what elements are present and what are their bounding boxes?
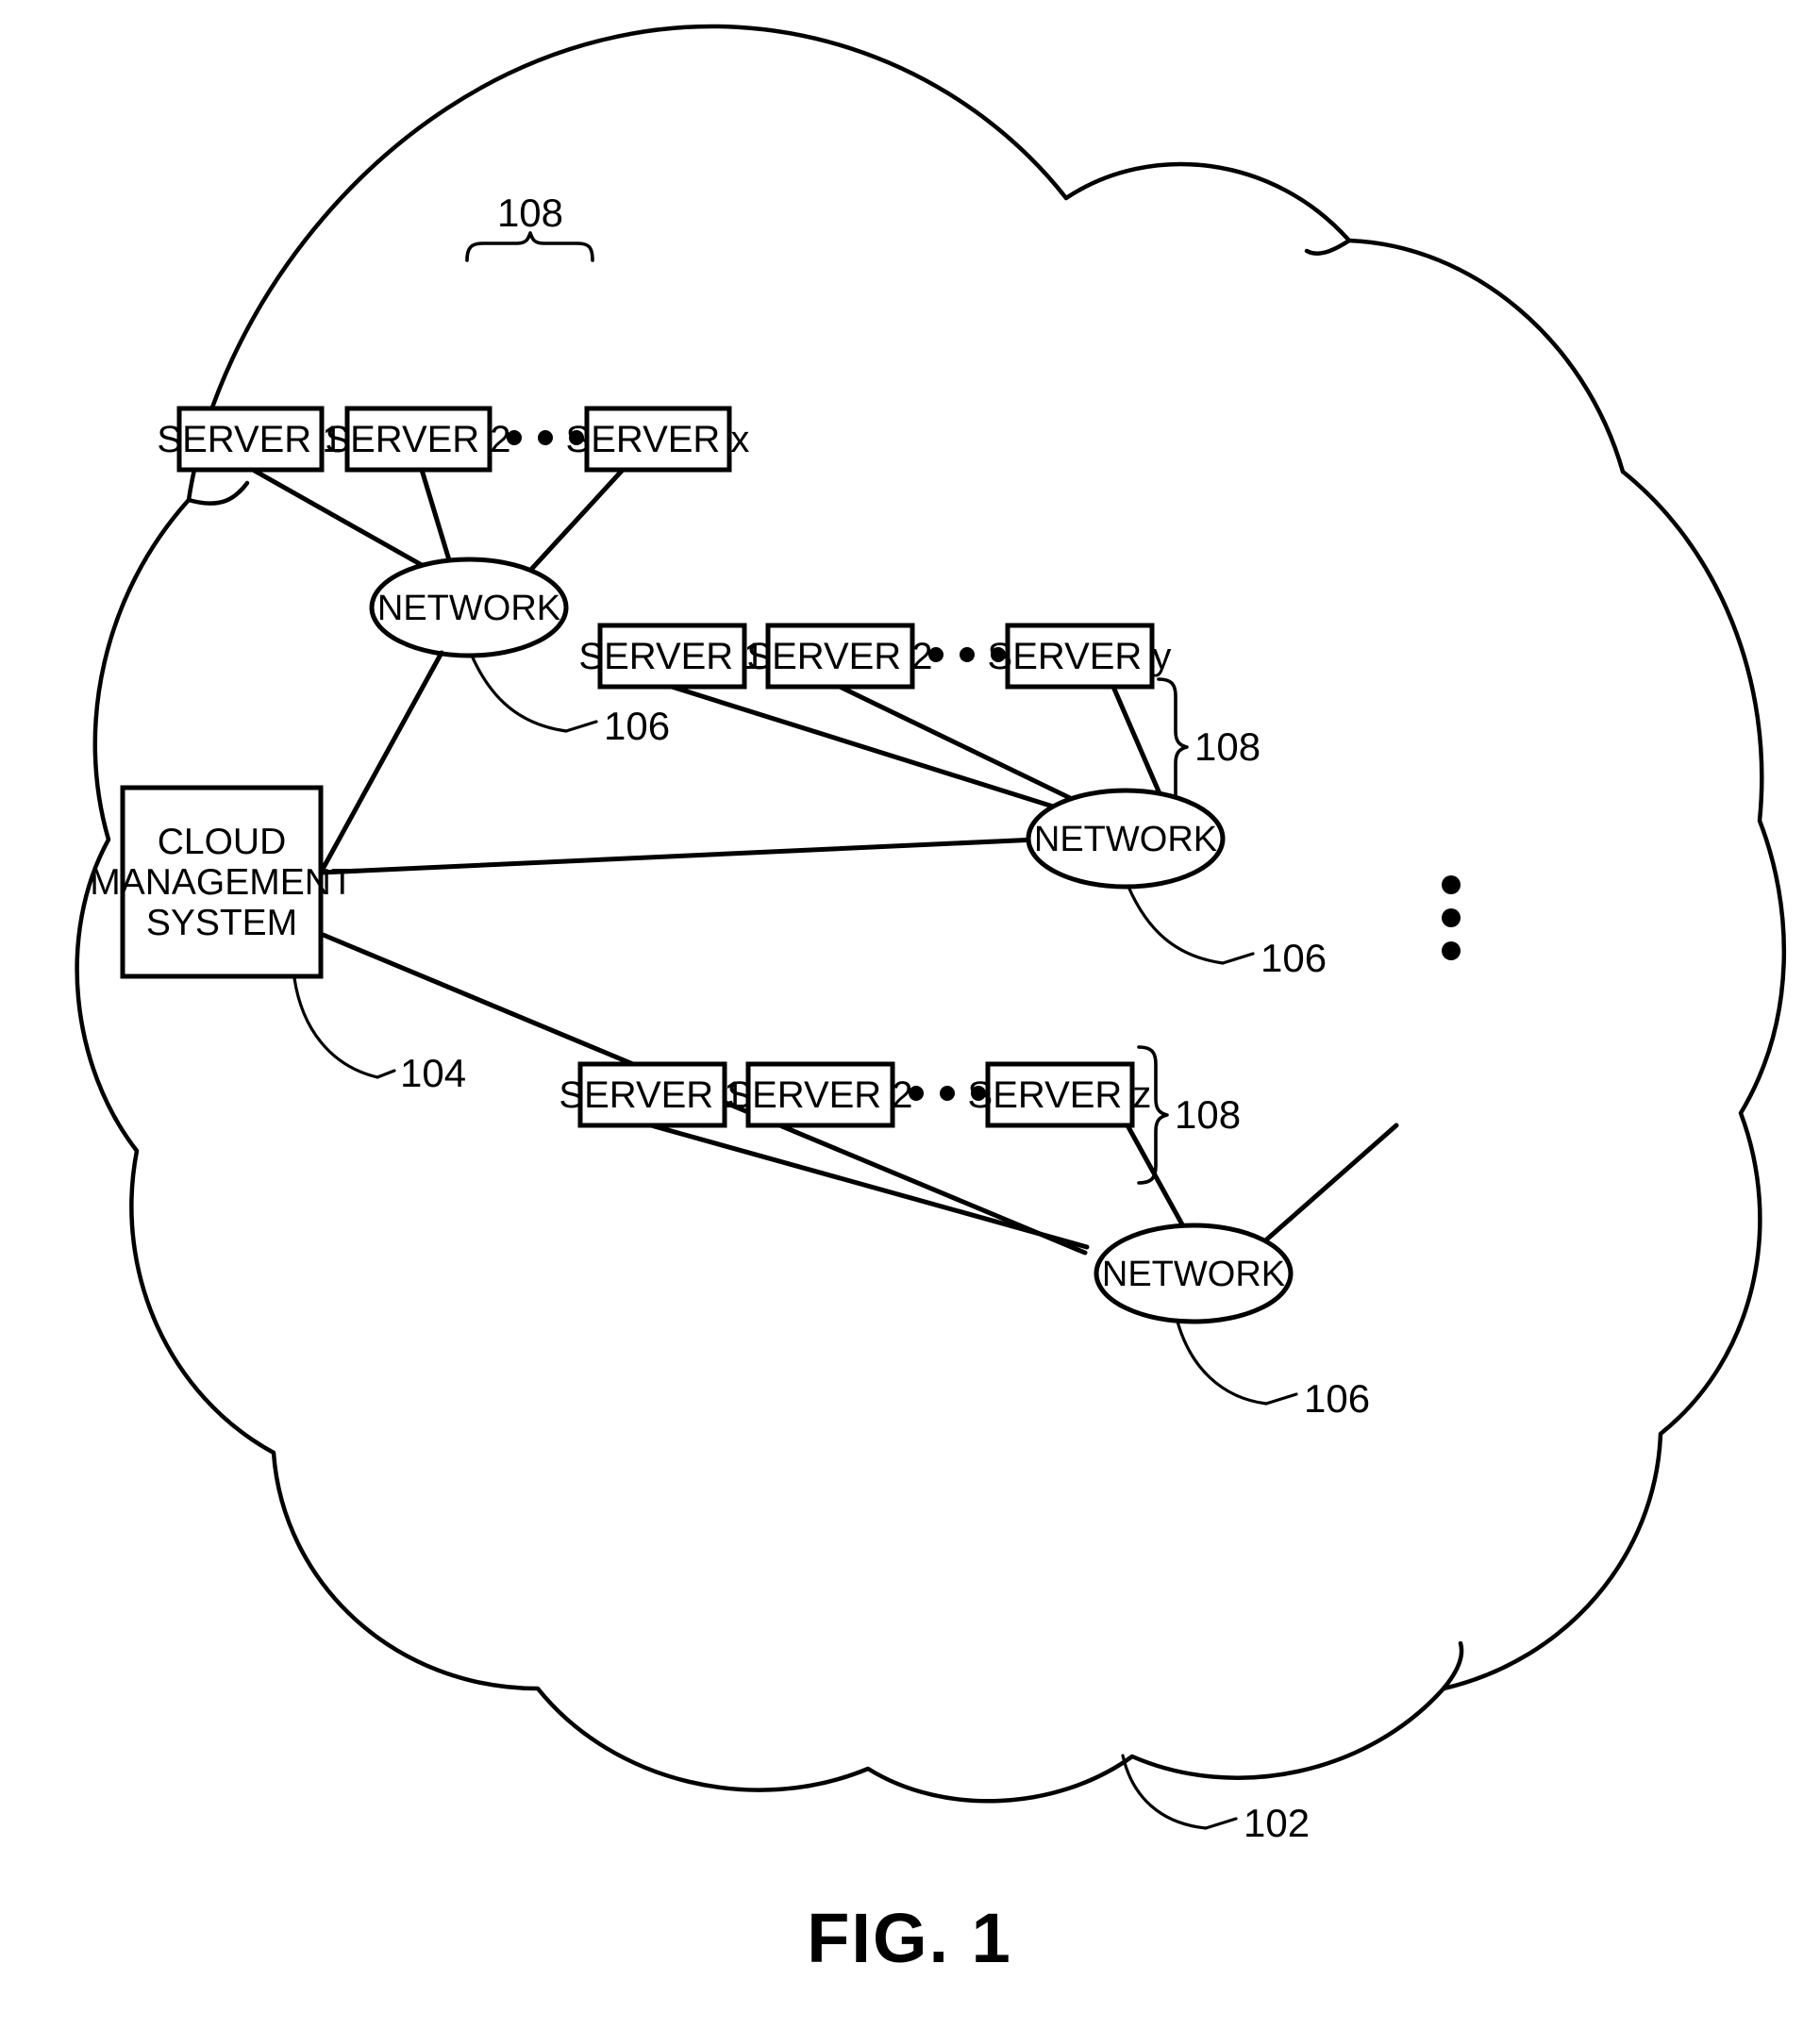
leader-tick-g1-106 xyxy=(564,720,598,733)
leader-tick-cms-104 xyxy=(376,1069,396,1079)
vertical-ellipsis-dot-2 xyxy=(1442,908,1461,927)
ref-label-g2-106: 106 xyxy=(1261,936,1327,980)
server-label-g2-2: SERVER 2 xyxy=(746,636,932,677)
cloud-notch-right xyxy=(1304,238,1352,256)
network-label-g3: NETWORK xyxy=(1102,1255,1285,1294)
server-label-g3-2: SERVER 2 xyxy=(726,1074,912,1116)
ref-label-g3-108: 108 xyxy=(1175,1092,1241,1137)
ref-label-g1-106: 106 xyxy=(604,704,670,748)
ref-label-cms-104: 104 xyxy=(400,1051,466,1095)
ellipsis-dot-g2-2 xyxy=(960,647,975,662)
server-label-g1-3: SERVER x xyxy=(566,419,750,460)
cloud-boundary-shape xyxy=(75,24,1787,1804)
ellipsis-dot-g3-2 xyxy=(940,1086,955,1101)
ref-label-g1-108: 108 xyxy=(497,191,563,235)
ellipsis-dot-g2-1 xyxy=(928,647,943,662)
ref-label-cloud-102: 102 xyxy=(1244,1801,1310,1845)
server-label-g1-2: SERVER 2 xyxy=(325,419,510,460)
vertical-ellipsis-dot-3 xyxy=(1442,941,1461,960)
server-label-g2-1: SERVER 1 xyxy=(578,636,764,677)
leader-g3-106 xyxy=(1176,1320,1268,1406)
ref-label-g3-106: 106 xyxy=(1304,1376,1370,1421)
network-label-g2: NETWORK xyxy=(1034,820,1217,859)
cloud-architecture-diagram: SERVER 1 SERVER 2 SERVER x 108 NETWORK 1… xyxy=(75,24,1787,1977)
ref-label-g2-108: 108 xyxy=(1194,724,1261,769)
link-g1-server1-network xyxy=(250,467,446,580)
ellipsis-dot-g1-3 xyxy=(569,430,584,445)
ellipsis-dot-g1-2 xyxy=(538,430,553,445)
server-label-g3-3: SERVER z xyxy=(968,1074,1152,1116)
link-g3-server1-network xyxy=(648,1123,1090,1250)
link-cms-network-g2 xyxy=(318,835,1080,875)
ellipsis-dot-g3-3 xyxy=(971,1086,986,1101)
vertical-ellipsis-dot-1 xyxy=(1442,875,1461,894)
server-label-g1-1: SERVER 1 xyxy=(157,419,342,460)
link-g3-serverz-network xyxy=(1260,1123,1399,1246)
server-label-g2-3: SERVER y xyxy=(988,636,1172,677)
leader-g2-106 xyxy=(1127,885,1225,965)
leader-tick-g2-106 xyxy=(1221,952,1255,965)
link-g1-serverx-network xyxy=(514,467,626,588)
patent-figure-page: SERVER 1 SERVER 2 SERVER x 108 NETWORK 1… xyxy=(0,0,1820,2030)
cms-label-line3: SYSTEM xyxy=(146,903,297,943)
figure-caption: FIG. 1 xyxy=(807,1899,1012,1977)
brace-g1-108 xyxy=(465,231,594,262)
leader-cms-104 xyxy=(292,976,379,1079)
cloud-notch-bottom-right xyxy=(1441,1640,1464,1691)
ellipsis-dot-g3-1 xyxy=(909,1086,924,1101)
server-label-g3-1: SERVER 1 xyxy=(559,1074,744,1116)
cloud-notch-left xyxy=(186,480,250,506)
leader-tick-cloud-102 xyxy=(1204,1817,1238,1830)
leader-g1-106 xyxy=(470,654,568,733)
ellipsis-dot-g1-1 xyxy=(507,430,522,445)
cms-label-line1: CLOUD xyxy=(158,822,287,862)
leader-tick-g3-106 xyxy=(1264,1392,1298,1406)
cms-label-line2: MANAGEMENT xyxy=(90,862,354,903)
network-label-g1: NETWORK xyxy=(377,589,560,628)
link-cms-network-g1 xyxy=(318,650,444,875)
ellipsis-dot-g2-3 xyxy=(991,647,1006,662)
